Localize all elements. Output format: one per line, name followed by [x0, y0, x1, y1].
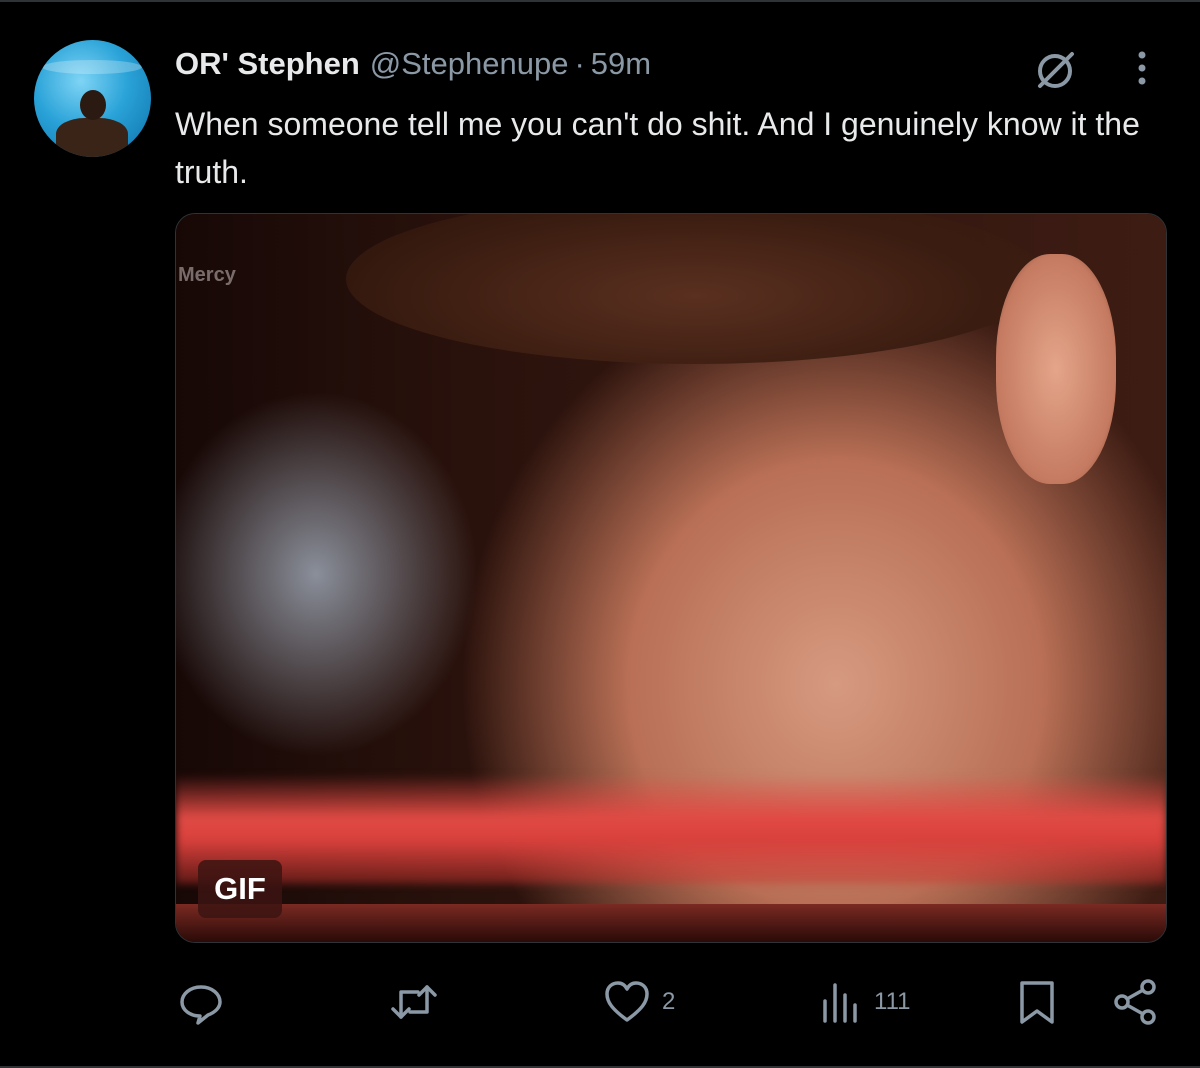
tweet-header: OR' Stephen @Stephenupe · 59m [175, 42, 651, 86]
retweet-icon [388, 977, 440, 1027]
gif-ring-rope [176, 774, 1166, 884]
gif-ear [996, 254, 1116, 484]
heart-icon [602, 977, 652, 1027]
views-icon [818, 977, 864, 1027]
avatar-body [56, 118, 128, 157]
tweet-text: When someone tell me you can't do shit. … [175, 106, 1140, 190]
retweet-button[interactable] [388, 972, 450, 1032]
more-icon[interactable] [1122, 46, 1162, 90]
gif-badge: GIF [198, 860, 282, 918]
author-handle[interactable]: @Stephenupe [370, 46, 569, 82]
gif-watermark: Mercy [178, 264, 236, 286]
like-count: 2 [662, 988, 676, 1015]
share-icon [1110, 977, 1162, 1027]
separator-dot: · [574, 46, 585, 81]
tweet-media-gif[interactable]: Mercy GIF [175, 213, 1167, 943]
share-button[interactable] [1110, 972, 1162, 1032]
author-name[interactable]: OR' Stephen [175, 46, 360, 82]
bookmark-icon [1014, 977, 1060, 1027]
bookmark-button[interactable] [1014, 972, 1060, 1032]
like-button[interactable]: 2 [602, 972, 675, 1032]
avatar-water [42, 60, 142, 74]
avatar-head [80, 90, 106, 120]
view-count: 111 [874, 988, 911, 1015]
grok-icon[interactable] [1030, 46, 1080, 94]
timestamp[interactable]: 59m [591, 46, 651, 82]
gif-bottom-edge [176, 904, 1166, 942]
reply-icon [176, 977, 226, 1027]
views-button[interactable]: 111 [818, 972, 910, 1032]
tweet-card[interactable]: OR' Stephen @Stephenupe · 59m When someo… [0, 0, 1200, 1068]
avatar[interactable] [34, 40, 151, 157]
reply-button[interactable] [176, 972, 236, 1032]
action-bar: 2 111 [0, 972, 1200, 1032]
